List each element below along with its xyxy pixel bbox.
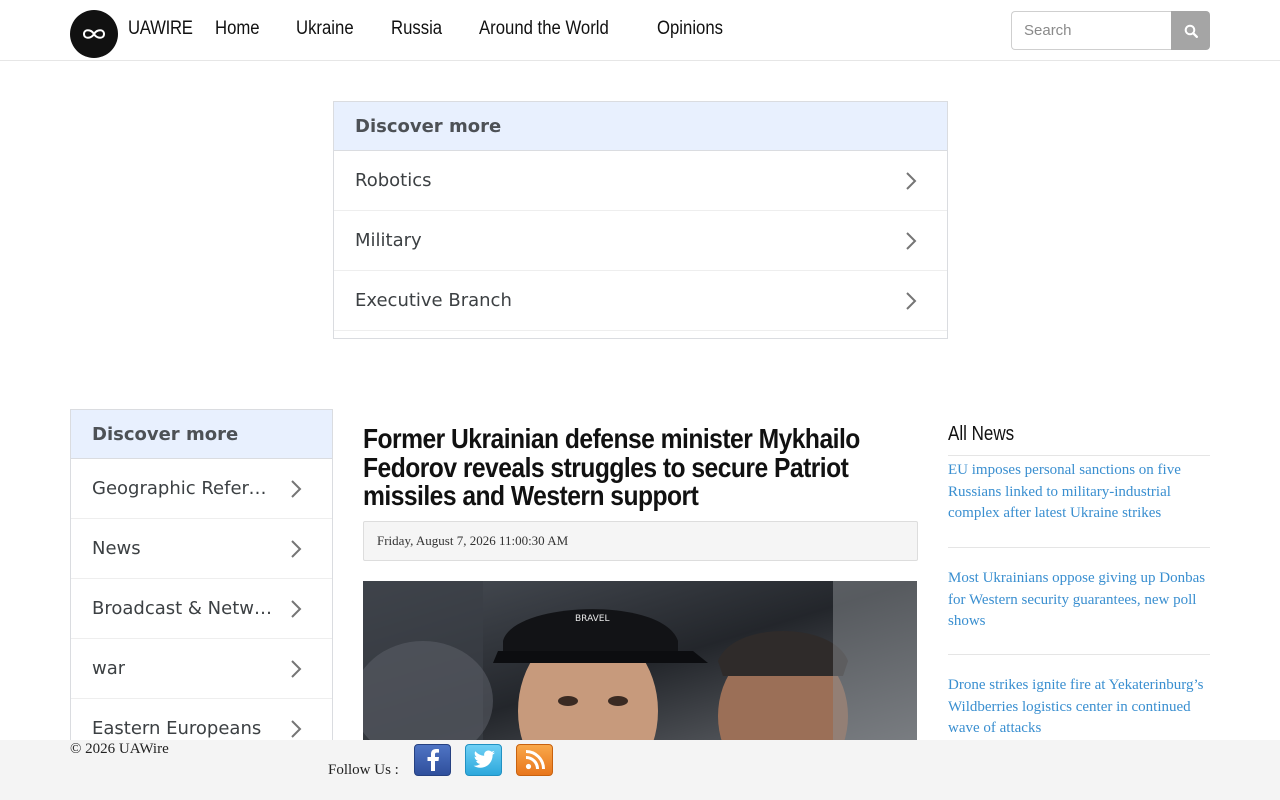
discover-more-title: Discover more bbox=[71, 410, 332, 459]
divider bbox=[948, 547, 1210, 548]
photo-illustration: BRAVEL bbox=[363, 581, 917, 751]
discover-item-label: Geographic Reference bbox=[92, 478, 274, 499]
discover-item-label: Broadcast & Network bbox=[92, 598, 274, 619]
chevron-right-icon bbox=[906, 291, 917, 310]
rss-icon bbox=[525, 750, 545, 770]
discover-more-side: Discover more Geographic Reference News … bbox=[70, 409, 333, 749]
nav-ukraine[interactable]: Ukraine bbox=[296, 18, 354, 40]
discover-item-label: News bbox=[92, 538, 141, 559]
all-news-title: All News bbox=[948, 423, 1015, 445]
discover-item-news[interactable]: News bbox=[71, 519, 332, 579]
twitter-icon bbox=[473, 750, 495, 768]
rss-button[interactable] bbox=[516, 744, 553, 776]
brand-name[interactable]: UAWIRE bbox=[128, 18, 193, 40]
nav-around-the-world[interactable]: Around the World bbox=[479, 18, 609, 40]
follow-us-label: Follow Us : bbox=[328, 762, 399, 778]
nav-home[interactable]: Home bbox=[215, 18, 260, 40]
site-logo[interactable] bbox=[70, 10, 118, 58]
news-link[interactable]: Drone strikes ignite fire at Yekaterinbu… bbox=[948, 675, 1210, 740]
discover-item-geographic-reference[interactable]: Geographic Reference bbox=[71, 459, 332, 519]
news-link[interactable]: EU imposes personal sanctions on five Ru… bbox=[948, 460, 1210, 525]
discover-item-robotics[interactable]: Robotics bbox=[334, 151, 947, 211]
divider bbox=[948, 455, 1210, 456]
cap-text: BRAVEL bbox=[575, 614, 610, 624]
facebook-button[interactable] bbox=[414, 744, 451, 776]
nav-russia[interactable]: Russia bbox=[391, 18, 442, 40]
discover-more-top: Discover more Robotics Military Executiv… bbox=[333, 101, 948, 339]
site-footer: © 2026 UAWire Follow Us : bbox=[0, 740, 1280, 800]
chevron-right-icon bbox=[291, 539, 302, 558]
discover-more-title: Discover more bbox=[334, 102, 947, 151]
chevron-right-icon bbox=[291, 659, 302, 678]
chevron-right-icon bbox=[906, 171, 917, 190]
discover-item-executive-branch[interactable]: Executive Branch bbox=[334, 271, 947, 331]
discover-item-label: Military bbox=[355, 230, 422, 251]
discover-item-label: Robotics bbox=[355, 170, 432, 191]
search-button[interactable] bbox=[1171, 11, 1210, 50]
discover-item-label: war bbox=[92, 658, 126, 679]
site-header: UAWIRE Home Ukraine Russia Around the Wo… bbox=[0, 0, 1280, 61]
copyright: © 2026 UAWire bbox=[70, 741, 169, 757]
divider bbox=[948, 654, 1210, 655]
chevron-right-icon bbox=[291, 719, 302, 738]
discover-item-label: Executive Branch bbox=[355, 290, 512, 311]
article-title: Former Ukrainian defense minister Mykhai… bbox=[363, 423, 860, 511]
article-date: Friday, August 7, 2026 11:00:30 AM bbox=[363, 521, 918, 561]
article-photo: BRAVEL bbox=[363, 581, 917, 751]
infinity-icon bbox=[82, 29, 106, 39]
main-nav: Home Ukraine Russia Around the World Opi… bbox=[215, 18, 762, 40]
search-icon bbox=[1184, 24, 1198, 38]
nav-opinions[interactable]: Opinions bbox=[657, 18, 723, 40]
twitter-button[interactable] bbox=[465, 744, 502, 776]
discover-item-war[interactable]: war bbox=[71, 639, 332, 699]
chevron-right-icon bbox=[906, 231, 917, 250]
search-input[interactable] bbox=[1011, 11, 1171, 50]
chevron-right-icon bbox=[291, 599, 302, 618]
discover-item-military[interactable]: Military bbox=[334, 211, 947, 271]
facebook-icon bbox=[427, 749, 439, 771]
news-link[interactable]: Most Ukrainians oppose giving up Donbas … bbox=[948, 568, 1210, 633]
discover-item-broadcast-network[interactable]: Broadcast & Network bbox=[71, 579, 332, 639]
discover-item-label: Eastern Europeans bbox=[92, 718, 262, 739]
chevron-right-icon bbox=[291, 479, 302, 498]
